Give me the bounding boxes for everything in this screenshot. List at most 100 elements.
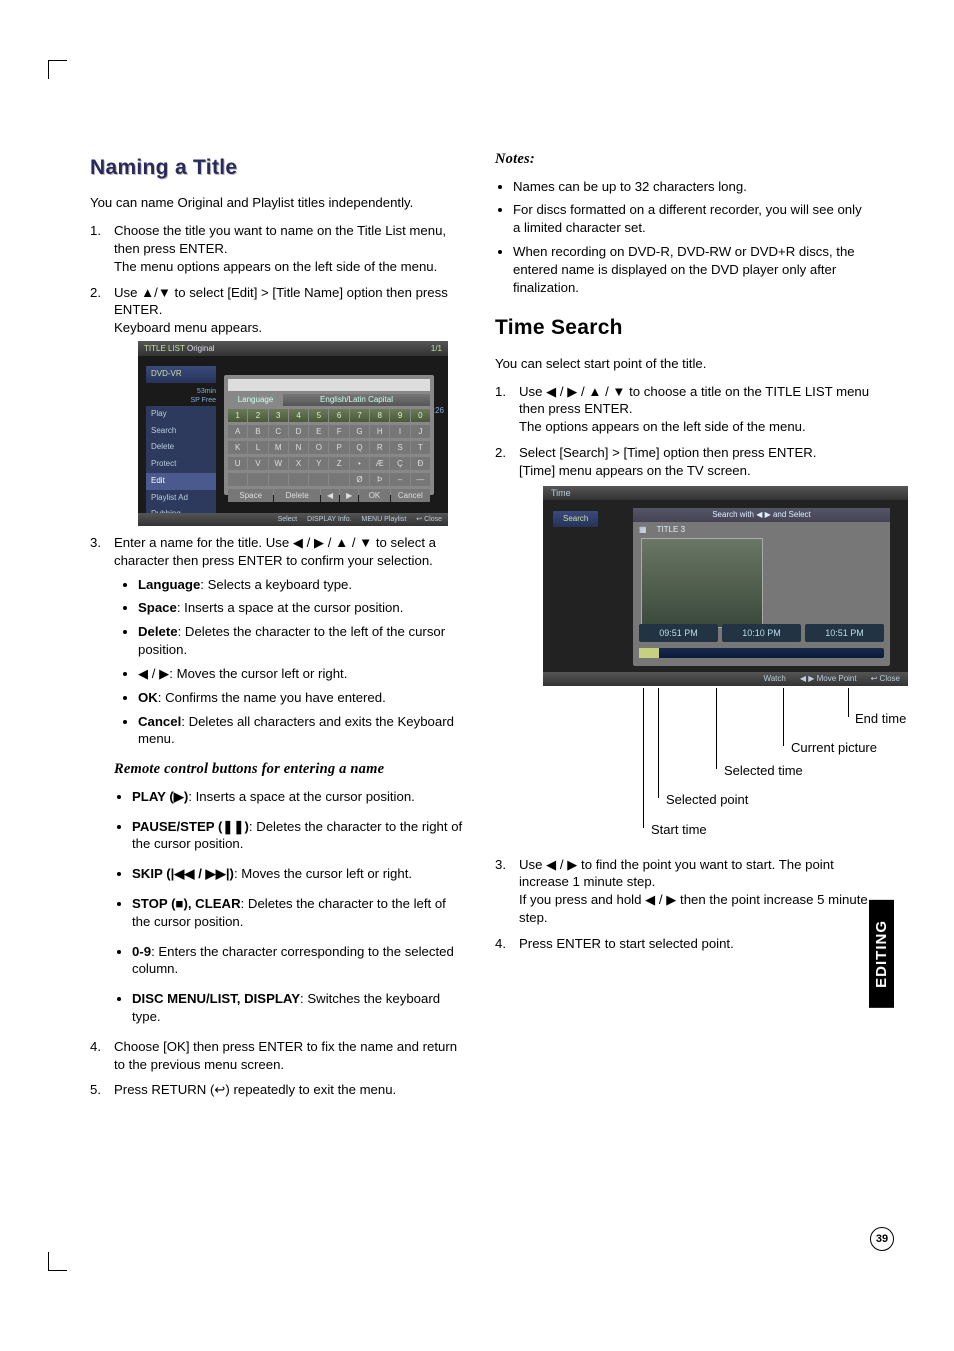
kb-key	[228, 473, 247, 486]
notes-list: Names can be up to 32 characters long. F…	[513, 178, 870, 297]
sub-lang-b: Language	[138, 577, 200, 592]
kb-key: J	[411, 425, 430, 438]
kb-min: 53min	[146, 387, 216, 396]
kb-key: L	[248, 441, 267, 454]
sub-ok-b: OK	[138, 690, 158, 705]
sub-space-b: Space	[138, 600, 177, 615]
step-2-text: Use ▲/▼ to select [Edit] > [Title Name] …	[114, 285, 448, 318]
kb-menu-play: Play	[146, 406, 216, 423]
ts-t1: 09:51 PM	[639, 624, 718, 642]
kb-row4: UVWXYZ•ÆÇÐ	[228, 457, 430, 470]
kb-key: Z	[329, 457, 348, 470]
heading-time-search: Time Search	[495, 314, 870, 342]
kb-page: 1/1	[431, 341, 442, 356]
page-content: Naming a Title You can name Original and…	[90, 150, 870, 1107]
kb-key: •	[350, 457, 369, 470]
kb-ok: OK	[359, 489, 389, 502]
kb-key: W	[269, 457, 288, 470]
kb-numrow: 1234567890	[228, 409, 430, 422]
step-1-text: Choose the title you want to name on the…	[114, 223, 446, 256]
kb-original: Original	[187, 344, 215, 353]
kb-key: D	[289, 425, 308, 438]
ts3-text: Use ◀ / ▶ to find the point you want to …	[519, 857, 834, 890]
kb-key: E	[309, 425, 328, 438]
kb-menu-search: Search	[146, 423, 216, 440]
kb-menu-edit: Edit	[146, 473, 216, 490]
page-number: 39	[870, 1227, 894, 1251]
kb-key: A	[228, 425, 247, 438]
kb-row5: ØÞ–—	[228, 473, 430, 486]
step-5: Press RETURN (↩) repeatedly to exit the …	[90, 1081, 465, 1099]
kb-key: 1	[228, 409, 247, 422]
ts-search: Search	[553, 511, 598, 528]
kb-menu-delete: Delete	[146, 439, 216, 456]
left-column: Naming a Title You can name Original and…	[90, 150, 465, 1107]
step-5-text: Press RETURN (↩) repeatedly to exit the …	[114, 1082, 396, 1097]
kb-row2: ABCDEFGHIJ	[228, 425, 430, 438]
sub-lang-t: : Selects a keyboard type.	[200, 577, 352, 592]
crop-mark	[48, 1252, 67, 1271]
heading-naming-title: Naming a Title	[90, 154, 465, 182]
kb-free: SP Free	[146, 396, 216, 405]
kb-key: Ð	[411, 457, 430, 470]
sub-del-t: : Deletes the character to the left of t…	[138, 624, 445, 657]
kb-dvdvr: DVD-VR	[146, 366, 216, 383]
kb-key: X	[289, 457, 308, 470]
ts-bar: Time	[543, 486, 908, 500]
kb-key: 6	[329, 409, 348, 422]
rc-play-t: : Inserts a space at the cursor position…	[188, 789, 415, 804]
ts-t3: 10:51 PM	[805, 624, 884, 642]
crop-mark	[48, 60, 67, 79]
kb-right: ▶	[340, 489, 358, 502]
step-2-sub: Keyboard menu appears.	[114, 320, 262, 335]
kb-cancel: Cancel	[391, 489, 430, 502]
naming-intro: You can name Original and Playlist title…	[90, 194, 465, 212]
kb-key: V	[248, 457, 267, 470]
ts-foot-watch: Watch	[763, 672, 785, 686]
kb-key: K	[228, 441, 247, 454]
kb-key: U	[228, 457, 247, 470]
kb-stamp: :26	[433, 406, 444, 417]
kb-key: F	[329, 425, 348, 438]
callout-selected-time: Selected time	[724, 762, 803, 780]
kb-key: 3	[269, 409, 288, 422]
sub-lr: ◀ / ▶: Moves the cursor left or right.	[138, 666, 347, 681]
kb-left: ◀	[321, 489, 339, 502]
time-steps: Use ◀ / ▶ / ▲ / ▼ to choose a title on t…	[495, 383, 870, 953]
kb-foot-select: Select	[278, 513, 297, 526]
remote-list: PLAY (▶): Inserts a space at the cursor …	[132, 788, 465, 1026]
kb-key	[269, 473, 288, 486]
kb-key: C	[269, 425, 288, 438]
kb-key: Þ	[370, 473, 389, 486]
ts4-text: Press ENTER to start selected point.	[519, 936, 734, 951]
sub-del-b: Delete	[138, 624, 178, 639]
kb-key: 2	[248, 409, 267, 422]
naming-steps: Choose the title you want to name on the…	[90, 222, 465, 1099]
kb-key	[309, 473, 328, 486]
notes-heading: Notes:	[495, 150, 870, 170]
kb-key: R	[370, 441, 389, 454]
kb-key: Ç	[390, 457, 409, 470]
rc-play-b: PLAY (▶)	[132, 789, 188, 804]
kb-foot-close: ↩ Close	[416, 513, 442, 526]
time-intro: You can select start point of the title.	[495, 355, 870, 373]
kb-key	[289, 473, 308, 486]
kb-row3: KLMNOPQRST	[228, 441, 430, 454]
kb-key: H	[370, 425, 389, 438]
kb-key: —	[411, 473, 430, 486]
rc-skip-b: SKIP (|◀◀ / ▶▶|)	[132, 866, 234, 881]
kb-key: M	[269, 441, 288, 454]
rc-disc-b: DISC MENU/LIST, DISPLAY	[132, 991, 300, 1006]
step-2: Use ▲/▼ to select [Edit] > [Title Name] …	[90, 284, 465, 526]
ts-foot-close: ↩ Close	[871, 672, 900, 686]
kb-key: G	[350, 425, 369, 438]
kb-key: 0	[411, 409, 430, 422]
sub-ok-t: : Confirms the name you have entered.	[158, 690, 386, 705]
ts-progressbar	[639, 648, 884, 658]
step-4: Choose [OK] then press ENTER to fix the …	[90, 1038, 465, 1074]
callout-current-picture: Current picture	[791, 739, 877, 757]
note-2: For discs formatted on a different recor…	[513, 201, 870, 237]
ts-title3: TITLE 3	[657, 525, 685, 536]
ts-thumbnail	[641, 538, 763, 628]
kb-key: Æ	[370, 457, 389, 470]
